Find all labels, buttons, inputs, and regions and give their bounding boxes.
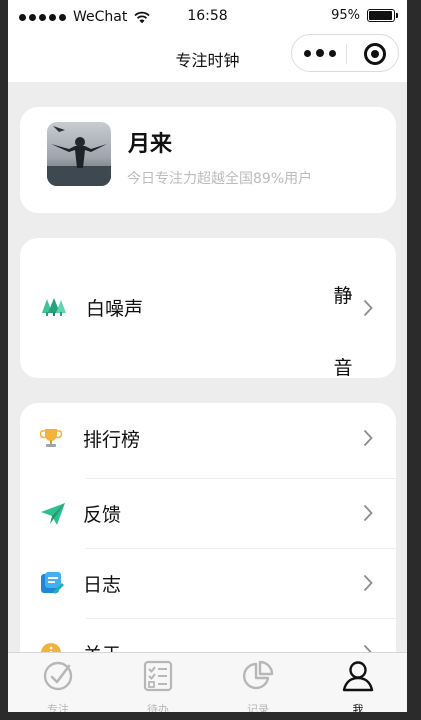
chevron-right-icon [363,299,373,317]
user-icon [342,661,374,692]
menu-item-label: 排行榜 [83,429,141,451]
menu-item-journal[interactable]: 日志 [20,548,396,618]
white-noise-card[interactable]: 白噪声 静音 [20,238,396,379]
tab-todo[interactable]: 待办 [123,658,193,712]
close-miniprogram-icon[interactable] [364,43,386,65]
menu-item-feedback[interactable]: 反馈 [20,478,396,548]
status-bar: WeChat 16:58 95% [8,0,407,34]
tab-focus[interactable]: 专注 [23,658,93,712]
focus-ranking-text: 今日专注力超越全国89%用户 [127,171,313,187]
tab-me[interactable]: 我 [323,658,393,712]
menu-item-leaderboard[interactable]: 排行榜 [20,403,396,473]
tab-label: 待办 [147,703,169,712]
avatar[interactable] [47,122,111,186]
profile-card[interactable]: 月来 今日专注力超越全国89%用户 [20,107,396,213]
chevron-right-icon [363,504,373,522]
phone-screen: WeChat 16:58 95% 专注时钟 月来 今日专注力超越全国89%用户 … [8,0,407,712]
avatar-photo [47,122,111,186]
menu-item-label: 日志 [83,574,122,596]
pie-chart-icon [243,660,274,690]
chevron-right-icon [363,574,373,592]
more-options-icon[interactable] [304,45,336,61]
tab-label: 专注 [47,703,69,712]
tab-bar: 专注 待办 记录 我 [8,652,407,712]
battery-icon [367,9,398,22]
navigation-bar: 专注时钟 [8,34,407,82]
chevron-right-icon [363,429,373,447]
journal-icon [41,572,64,594]
battery-percent: 95% [331,8,360,23]
user-name: 月来 [128,132,173,157]
trophy-icon [40,429,62,447]
paper-plane-icon [41,503,65,525]
battery-status: 95% [331,8,398,23]
tab-label: 我 [352,703,364,712]
menu-item-label: 反馈 [83,504,122,526]
focus-target-icon [43,661,73,691]
white-noise-value: 静音 [333,285,353,379]
tab-records[interactable]: 记录 [223,658,293,712]
menu-capsule [291,34,399,72]
forest-icon [42,298,66,316]
tab-label: 记录 [247,703,269,712]
white-noise-label: 白噪声 [86,298,144,320]
checklist-icon [143,660,173,692]
capsule-divider [346,44,347,64]
